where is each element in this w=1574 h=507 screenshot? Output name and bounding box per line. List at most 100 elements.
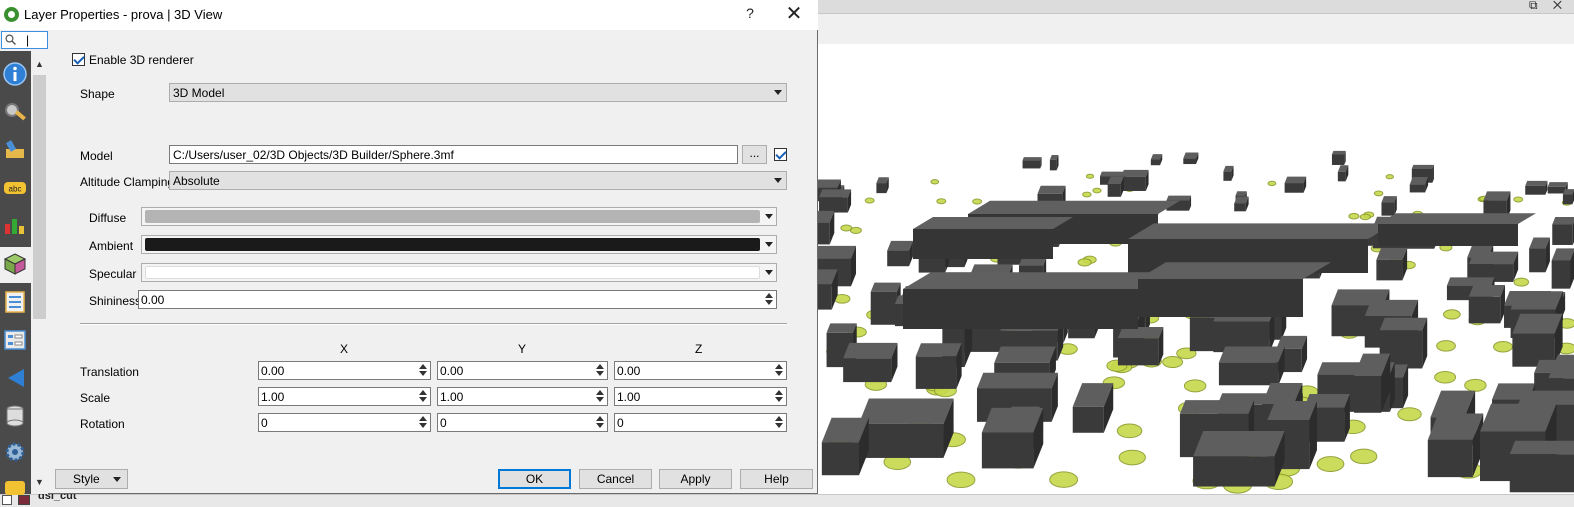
actions-icon[interactable] xyxy=(2,439,28,465)
ok-button[interactable]: OK xyxy=(498,469,571,489)
building xyxy=(1049,154,1059,171)
building-front xyxy=(1468,296,1501,324)
altitude-clamping-dropdown[interactable]: Absolute xyxy=(169,171,787,190)
help-button[interactable]: Help xyxy=(740,469,813,489)
rotation-z-spinbox[interactable]: 0 xyxy=(614,413,787,432)
building-front xyxy=(870,291,897,325)
apply-button[interactable]: Apply xyxy=(659,469,732,489)
building xyxy=(981,407,1044,469)
model-path-input[interactable]: C:/Users/user_02/3D Objects/3D Builder/S… xyxy=(169,145,738,164)
spin-arrows-icon[interactable] xyxy=(773,415,785,430)
fields-icon[interactable] xyxy=(2,289,28,315)
search-input[interactable]: | xyxy=(1,31,48,49)
scale-z-spinbox[interactable]: 1.00 xyxy=(614,387,787,406)
diffuse-color-button[interactable] xyxy=(141,207,777,226)
rotation-y-spinbox[interactable]: 0 xyxy=(437,413,608,432)
window-controls[interactable]: ⧉ ✕ xyxy=(1529,0,1568,13)
scale-y-spinbox[interactable]: 1.00 xyxy=(437,387,608,406)
building-front xyxy=(1331,154,1345,165)
dialog-title: Layer Properties - prova | 3D View xyxy=(24,7,223,22)
building-roof xyxy=(1267,401,1317,421)
building-roof xyxy=(1510,291,1563,310)
symbology-icon[interactable] xyxy=(2,137,28,163)
context-help-button[interactable]: ? xyxy=(742,5,758,25)
scroll-up-button[interactable]: ▲ xyxy=(34,59,45,70)
building xyxy=(1072,383,1114,433)
building-front xyxy=(915,356,957,389)
building-front xyxy=(981,432,1034,469)
building-front xyxy=(843,358,892,383)
building xyxy=(843,342,898,383)
3d-view-icon[interactable] xyxy=(2,251,28,277)
building-roof xyxy=(903,272,1166,289)
3d-map-view[interactable] xyxy=(818,44,1574,494)
source-icon[interactable] xyxy=(2,99,28,125)
information-icon[interactable] xyxy=(2,61,28,87)
search-icon xyxy=(5,34,16,45)
cancel-button[interactable]: Cancel xyxy=(579,469,652,489)
auxiliary-storage-icon[interactable] xyxy=(2,403,28,429)
building-roof xyxy=(1551,248,1574,261)
spin-arrows-icon[interactable] xyxy=(594,389,606,404)
form-scrollbar[interactable]: ▲ ▼ xyxy=(31,51,48,494)
translation-z-spinbox[interactable]: 0.00 xyxy=(614,361,787,380)
translation-x-value: 0.00 xyxy=(261,364,285,378)
close-button[interactable]: ✕ xyxy=(782,3,806,25)
building-front xyxy=(1381,202,1395,216)
building-roof xyxy=(1469,251,1519,265)
scroll-thumb[interactable] xyxy=(33,75,46,319)
chevron-down-icon xyxy=(774,178,782,183)
building-roof xyxy=(1547,182,1568,187)
building-roof xyxy=(1552,217,1574,225)
tree-marker xyxy=(1348,212,1360,220)
tree-marker xyxy=(1385,174,1394,180)
spin-arrows-icon[interactable] xyxy=(417,389,429,404)
building xyxy=(887,240,913,267)
scroll-down-button[interactable]: ▼ xyxy=(34,477,45,488)
specular-color-button[interactable] xyxy=(141,263,777,282)
building-roof xyxy=(1483,191,1511,201)
tree-marker xyxy=(936,198,947,205)
translation-x-spinbox[interactable]: 0.00 xyxy=(258,361,431,380)
tree-marker xyxy=(1116,423,1143,439)
chevron-down-icon xyxy=(774,90,782,95)
shape-dropdown[interactable]: 3D Model xyxy=(169,83,787,102)
building-front xyxy=(1121,176,1146,191)
building xyxy=(1284,176,1307,193)
translation-y-spinbox[interactable]: 0.00 xyxy=(437,361,608,380)
spin-arrows-icon[interactable] xyxy=(417,363,429,378)
building-roof xyxy=(1128,223,1394,239)
tree-marker xyxy=(1049,471,1079,488)
enable-3d-renderer-checkbox[interactable] xyxy=(72,53,85,66)
building-roof xyxy=(1037,185,1066,194)
diagrams-icon[interactable] xyxy=(2,211,28,237)
shininess-spinbox[interactable]: 0.00 xyxy=(138,290,777,309)
joins-icon[interactable] xyxy=(2,365,28,391)
model-option-checkbox[interactable] xyxy=(774,148,787,161)
building-front xyxy=(858,423,944,458)
display-icon[interactable] xyxy=(2,475,28,501)
diffuse-swatch xyxy=(145,210,760,223)
building-front xyxy=(818,222,830,245)
tree-marker xyxy=(972,198,983,205)
labels-icon[interactable]: abc xyxy=(2,175,28,201)
style-button[interactable]: Style xyxy=(55,469,128,489)
tree-marker xyxy=(864,197,875,204)
browse-model-button[interactable]: ... xyxy=(742,145,767,164)
rotation-x-spinbox[interactable]: 0 xyxy=(258,413,431,432)
spin-arrows-icon[interactable] xyxy=(773,389,785,404)
spin-arrows-icon[interactable] xyxy=(417,415,429,430)
building-roof xyxy=(1179,400,1255,414)
spin-arrows-icon[interactable] xyxy=(594,415,606,430)
spin-arrows-icon[interactable] xyxy=(763,292,775,307)
diffuse-label: Diffuse xyxy=(89,211,127,225)
building-roof xyxy=(1525,180,1548,186)
tree-marker xyxy=(1350,448,1378,465)
attributes-form-icon[interactable] xyxy=(2,327,28,353)
spin-arrows-icon[interactable] xyxy=(594,363,606,378)
building-roof xyxy=(870,282,901,292)
shape-value: 3D Model xyxy=(173,86,225,100)
ambient-color-button[interactable] xyxy=(141,235,777,254)
spin-arrows-icon[interactable] xyxy=(773,363,785,378)
scale-x-spinbox[interactable]: 1.00 xyxy=(258,387,431,406)
